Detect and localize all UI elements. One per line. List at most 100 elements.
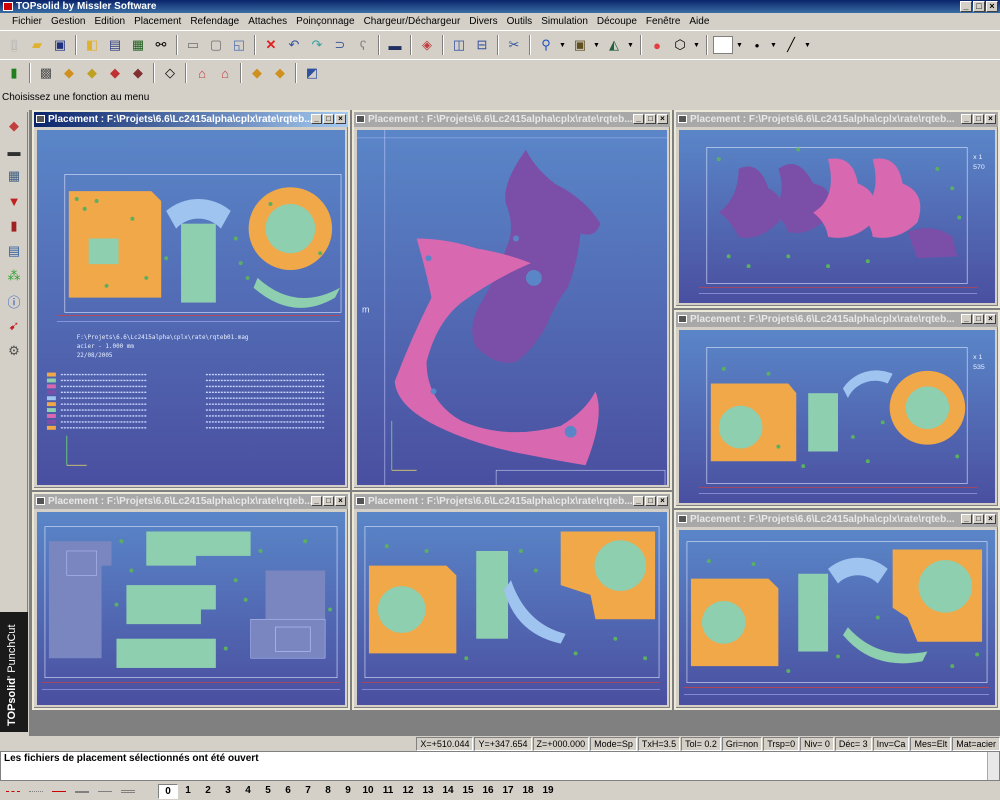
layer-3[interactable]: 3	[218, 784, 238, 799]
window-maximize-button[interactable]: □	[645, 496, 656, 506]
placement-window-2[interactable]: Placement : F:\Projets\6.6\Lc2415alpha\c…	[352, 110, 672, 490]
render-dropdown-icon[interactable]: ▼	[693, 42, 701, 49]
line-style-solid-icon[interactable]	[49, 787, 69, 797]
window-maximize-button[interactable]: □	[645, 114, 656, 124]
window-minimize-button[interactable]: _	[311, 114, 322, 124]
transparency-field[interactable]: Trsp=0	[763, 737, 800, 751]
menu-chargeur[interactable]: Chargeur/Déchargeur	[364, 16, 461, 27]
layer-4[interactable]: 4	[238, 784, 258, 799]
window-close-button[interactable]: ×	[657, 496, 668, 506]
window-close-button[interactable]: ×	[335, 114, 346, 124]
layer-5[interactable]: 5	[258, 784, 278, 799]
line-style-dot-icon[interactable]	[26, 787, 46, 797]
drawing-canvas[interactable]: x 1 570	[679, 130, 995, 303]
zoom-icon[interactable]: ⚲	[536, 35, 556, 55]
level-field[interactable]: Niv= 0	[800, 737, 834, 751]
menu-aide[interactable]: Aide	[689, 16, 709, 27]
menu-fichier[interactable]: Fichier	[12, 16, 42, 27]
part-yellow-icon[interactable]: ◆	[82, 63, 102, 83]
zoom-window-icon[interactable]: ▣	[570, 35, 590, 55]
window-minimize-button[interactable]: _	[311, 496, 322, 506]
info-icon[interactable]: ⓘ	[3, 290, 25, 312]
menu-refendage[interactable]: Refendage	[190, 16, 239, 27]
layer-0[interactable]: 0	[158, 784, 178, 799]
binoculars-icon[interactable]: ⚯	[151, 35, 171, 55]
window-minimize-button[interactable]: _	[961, 114, 972, 124]
placement-window-4[interactable]: Placement : F:\Projets\6.6\Lc2415alpha\c…	[674, 310, 1000, 508]
placement-window-5[interactable]: Placement : F:\Projets\6.6\Lc2415alpha\c…	[32, 492, 350, 710]
stack-parts-icon[interactable]: ◆	[247, 63, 267, 83]
message-scrollbar[interactable]	[987, 752, 999, 780]
drawing-canvas[interactable]	[357, 512, 667, 705]
point-style-dropdown-icon[interactable]: ▼	[770, 42, 778, 49]
line-style-thick-icon[interactable]	[72, 787, 92, 797]
print-preview-icon[interactable]: ▢	[206, 35, 226, 55]
window-maximize-button[interactable]: □	[323, 496, 334, 506]
window-maximize-button[interactable]: □	[973, 114, 984, 124]
layer-19[interactable]: 19	[538, 784, 558, 799]
window-close-button[interactable]: ×	[335, 496, 346, 506]
part-orange-icon[interactable]: ◆	[59, 63, 79, 83]
window-maximize-button[interactable]: □	[323, 114, 334, 124]
zoom-window-dropdown-icon[interactable]: ▼	[593, 42, 601, 49]
view-3d-icon[interactable]: ◭	[604, 35, 624, 55]
window-close-button[interactable]: ×	[985, 114, 996, 124]
placement-window-3[interactable]: Placement : F:\Projets\6.6\Lc2415alpha\c…	[674, 110, 1000, 308]
properties-icon[interactable]: ▤	[105, 35, 125, 55]
menu-gestion[interactable]: Gestion	[51, 16, 85, 27]
menu-decoupe[interactable]: Découpe	[597, 16, 637, 27]
window-close-button[interactable]: ×	[985, 314, 996, 324]
window-title-bar[interactable]: Placement : F:\Projets\6.6\Lc2415alpha\c…	[354, 494, 670, 509]
tolerance-field[interactable]: Tol= 0.2	[681, 737, 721, 751]
book-icon[interactable]: ▮	[3, 215, 25, 237]
render-icon[interactable]: ⬡	[670, 35, 690, 55]
save-icon[interactable]: ▣	[50, 35, 70, 55]
decimals-field[interactable]: Déc= 3	[834, 737, 872, 751]
measure-field[interactable]: Mes=Elt	[910, 737, 952, 751]
window-minimize-button[interactable]: _	[633, 496, 644, 506]
machine-icon[interactable]: ▬	[385, 35, 405, 55]
layer-1[interactable]: 1	[178, 784, 198, 799]
grid-field[interactable]: Gri=non	[721, 737, 763, 751]
zoom-dropdown-icon[interactable]: ▼	[559, 42, 567, 49]
color-circles-icon[interactable]: ●	[647, 35, 667, 55]
sheet-grid-icon[interactable]: ▩	[36, 63, 56, 83]
layer-2[interactable]: 2	[198, 784, 218, 799]
split-vertical-icon[interactable]: ◫	[449, 35, 469, 55]
gears-icon[interactable]: ⚙	[3, 340, 25, 362]
menu-outils[interactable]: Outils	[507, 16, 533, 27]
parts-icon[interactable]: ◆	[3, 115, 25, 137]
window-close-button[interactable]: ×	[985, 514, 996, 524]
layer-18[interactable]: 18	[518, 784, 538, 799]
layer-11[interactable]: 11	[378, 784, 398, 799]
undo-icon[interactable]: ↶	[284, 35, 304, 55]
blank-sheet-icon[interactable]: ◇	[160, 63, 180, 83]
window-minimize-button[interactable]: _	[961, 314, 972, 324]
point-style-icon[interactable]: •	[747, 35, 767, 55]
drawing-canvas[interactable]	[679, 530, 995, 705]
layer-9[interactable]: 9	[338, 784, 358, 799]
text-height-field[interactable]: TxH=3.5	[637, 737, 681, 751]
line-style-dash-icon[interactable]	[3, 787, 23, 797]
house-parts-icon[interactable]: ⌂	[192, 63, 212, 83]
menu-attaches[interactable]: Attaches	[248, 16, 287, 27]
menu-divers[interactable]: Divers	[469, 16, 497, 27]
open-folder-icon[interactable]: ▰	[27, 35, 47, 55]
layer-6[interactable]: 6	[278, 784, 298, 799]
window-title-bar[interactable]: Placement : F:\Projets\6.6\Lc2415alpha\c…	[354, 112, 670, 127]
drawing-canvas[interactable]: F:\Projets\6.6\Lc2415alpha\cplx\rate\rqt…	[37, 130, 345, 485]
layer-10[interactable]: 10	[358, 784, 378, 799]
menu-simulation[interactable]: Simulation	[541, 16, 588, 27]
drawing-canvas[interactable]: m	[357, 130, 667, 485]
placement-window-7[interactable]: Placement : F:\Projets\6.6\Lc2415alpha\c…	[674, 510, 1000, 710]
menu-fenetre[interactable]: Fenêtre	[646, 16, 680, 27]
drawing-canvas[interactable]	[37, 512, 345, 705]
magnet-icon[interactable]: ⊃	[330, 35, 350, 55]
menu-placement[interactable]: Placement	[134, 16, 181, 27]
placement-window-1[interactable]: Placement : F:\Projets\6.6\Lc2415alpha\c…	[32, 110, 350, 490]
window-title-bar[interactable]: Placement : F:\Projets\6.6\Lc2415alpha\c…	[34, 494, 348, 509]
part-check-icon[interactable]: ◆	[128, 63, 148, 83]
color-swatch[interactable]	[713, 36, 733, 54]
window-title-bar[interactable]: Placement : F:\Projets\6.6\Lc2415alpha\c…	[34, 112, 348, 127]
line-style-thin-icon[interactable]	[95, 787, 115, 797]
